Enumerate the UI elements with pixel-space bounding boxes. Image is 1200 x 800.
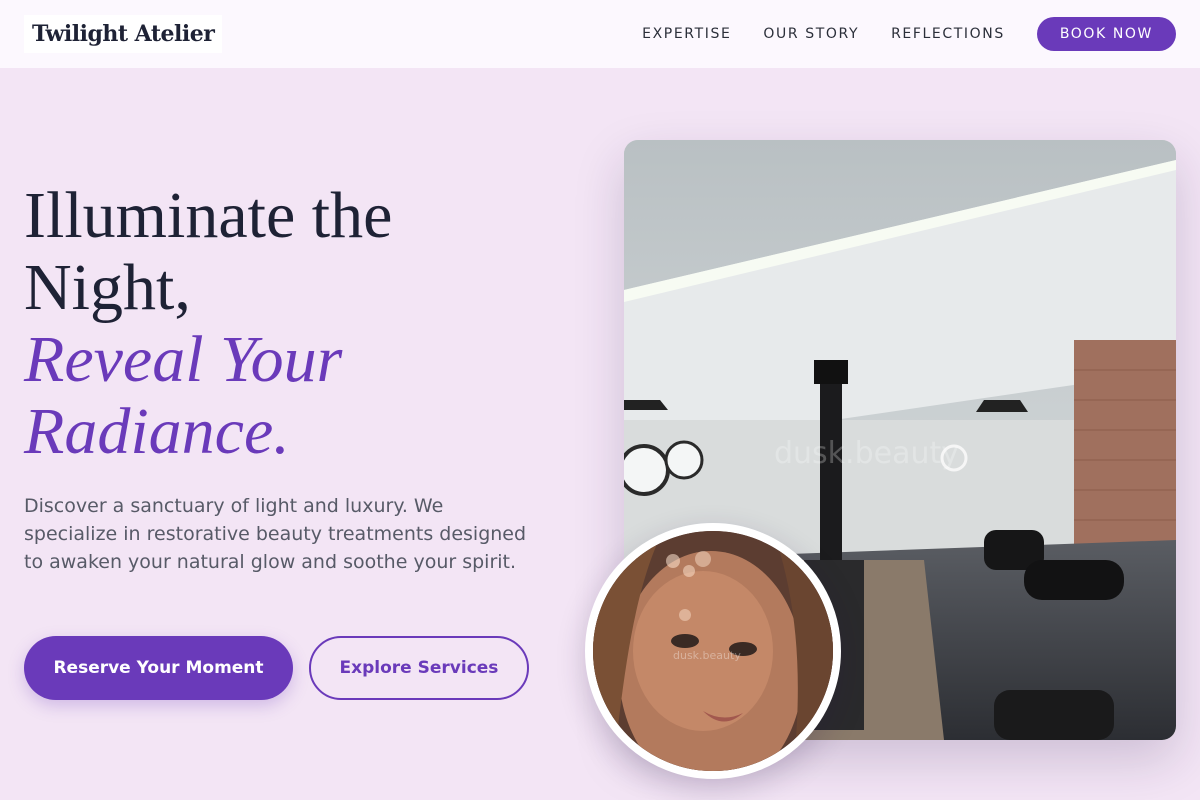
brand-logo[interactable]: Twilight Atelier — [24, 15, 223, 53]
nav-link-our-story[interactable]: OUR STORY — [763, 26, 859, 42]
salon-watermark: dusk.beauty — [774, 436, 959, 471]
nav-link-reflections[interactable]: REFLECTIONS — [891, 26, 1005, 42]
nav-link-expertise[interactable]: EXPERTISE — [642, 26, 731, 42]
portrait-illustration: dusk.beauty — [593, 531, 833, 771]
hero-title: Illuminate the Night, Reveal Your Radian… — [24, 180, 584, 468]
explore-services-button[interactable]: Explore Services — [309, 636, 529, 700]
reserve-moment-button[interactable]: Reserve Your Moment — [24, 636, 293, 700]
portrait-watermark: dusk.beauty — [673, 649, 741, 662]
hero-title-accent-2: Radiance. — [24, 395, 290, 468]
hero-title-accent-1: Reveal Your — [24, 323, 343, 396]
main-nav: EXPERTISE OUR STORY REFLECTIONS BOOK NOW — [642, 17, 1176, 51]
portrait-image: dusk.beauty — [585, 523, 841, 779]
site-header: Twilight Atelier EXPERTISE OUR STORY REF… — [0, 0, 1200, 68]
hero-description: Discover a sanctuary of light and luxury… — [24, 495, 527, 573]
hero-title-line-1: Illuminate the — [24, 179, 393, 252]
book-now-button[interactable]: BOOK NOW — [1036, 17, 1176, 51]
hero-title-line-2: Night, — [24, 251, 191, 324]
